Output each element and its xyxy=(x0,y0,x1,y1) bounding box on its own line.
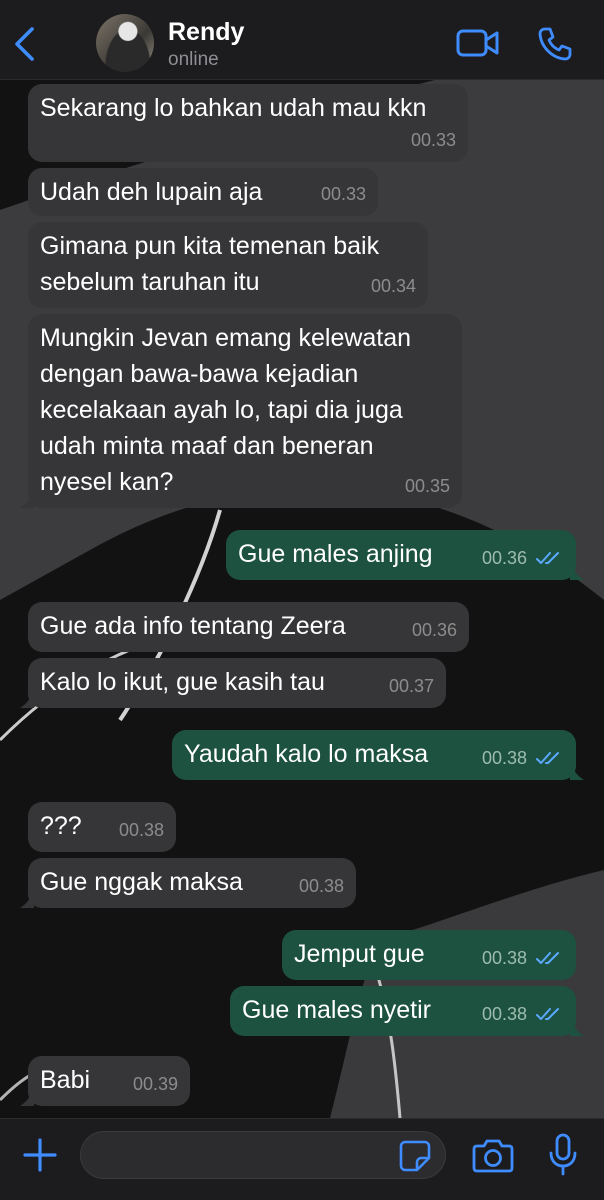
contact-name[interactable]: Rendy xyxy=(168,18,244,47)
message-time: 00.36 xyxy=(411,620,457,640)
chat-area[interactable]: Sekarang lo bahkan udah mau kkn 00.33 Ud… xyxy=(0,80,604,1118)
message-time: 00.37 xyxy=(388,676,434,696)
contact-status: online xyxy=(168,49,219,70)
double-check-icon xyxy=(536,752,559,764)
bubble-tail xyxy=(570,764,584,780)
message-time: 00.38 xyxy=(481,948,527,968)
composer-bar xyxy=(0,1118,604,1200)
video-call-button[interactable] xyxy=(456,28,500,58)
double-check-icon xyxy=(536,1008,559,1020)
voice-call-button[interactable] xyxy=(537,26,573,62)
microphone-button[interactable] xyxy=(548,1133,578,1177)
double-check-icon xyxy=(536,552,559,564)
message-bubble-incoming[interactable]: Gimana pun kita temenan baik sebelum tar… xyxy=(28,222,428,308)
video-camera-icon xyxy=(456,29,499,57)
message-text: Gue ada info tentang Zeera xyxy=(40,612,346,640)
microphone-icon xyxy=(549,1133,577,1176)
message-bubble-incoming[interactable]: Mungkin Jevan emang kelewatan dengan baw… xyxy=(20,314,462,508)
message-bubble-outgoing[interactable]: Gue males nyetir 00.38 xyxy=(230,986,584,1036)
message-bubble-outgoing[interactable]: Yaudah kalo lo maksa 00.38 xyxy=(172,730,584,780)
phone-icon xyxy=(538,27,572,61)
bubble-tail xyxy=(570,564,584,580)
message-time: 00.33 xyxy=(320,184,366,204)
camera-button[interactable] xyxy=(472,1137,514,1173)
message-meta: 00.36 xyxy=(482,540,562,576)
back-button[interactable] xyxy=(12,26,38,62)
message-bubble-incoming[interactable]: Kalo lo ikut, gue kasih tau 00.37 xyxy=(20,658,446,708)
message-meta: 00.38 xyxy=(482,996,562,1032)
message-time: 00.35 xyxy=(404,476,450,496)
message-input[interactable] xyxy=(80,1131,446,1179)
message-bubble-incoming[interactable]: Sekarang lo bahkan udah mau kkn 00.33 xyxy=(28,84,468,162)
message-bubble-incoming[interactable]: Udah deh lupain aja 00.33 xyxy=(28,168,378,216)
sticker-button[interactable] xyxy=(398,1139,432,1173)
camera-icon xyxy=(472,1139,514,1173)
bubble-tail xyxy=(570,1020,584,1036)
message-bubble-outgoing[interactable]: Jemput gue 00.38 xyxy=(282,930,576,980)
message-bubble-outgoing[interactable]: Gue males anjing 00.36 xyxy=(226,530,584,580)
message-bubble-incoming[interactable]: ??? 00.38 xyxy=(28,802,176,852)
message-bubble-incoming[interactable]: Gue ada info tentang Zeera 00.36 xyxy=(28,602,469,652)
message-time: 00.38 xyxy=(118,820,164,840)
message-text: Sekarang lo bahkan udah mau kkn xyxy=(40,94,427,122)
message-meta: 00.38 xyxy=(482,940,562,976)
message-text: Mungkin Jevan emang kelewatan dengan baw… xyxy=(40,324,412,496)
message-time: 00.38 xyxy=(298,876,344,896)
message-meta: 00.38 xyxy=(482,740,562,776)
bubble-tail xyxy=(20,492,34,508)
plus-icon xyxy=(23,1138,57,1172)
message-bubble-incoming[interactable]: Gue nggak maksa 00.38 xyxy=(20,858,356,908)
message-time: 00.38 xyxy=(481,748,527,768)
message-text: Gimana pun kita temenan baik sebelum tar… xyxy=(40,232,380,296)
chat-header: Rendy online xyxy=(0,0,604,80)
avatar[interactable] xyxy=(96,14,154,72)
message-text: Kalo lo ikut, gue kasih tau xyxy=(40,668,325,696)
message-bubble-incoming[interactable]: Babi 00.39 xyxy=(20,1056,190,1106)
message-list: Sekarang lo bahkan udah mau kkn 00.33 Ud… xyxy=(0,80,604,1118)
chevron-left-icon xyxy=(15,27,34,61)
sticker-icon xyxy=(399,1140,431,1172)
bubble-tail xyxy=(20,892,34,908)
double-check-icon xyxy=(536,952,559,964)
bubble-tail xyxy=(20,692,34,708)
message-time: 00.38 xyxy=(481,1004,527,1024)
message-time: 00.39 xyxy=(132,1074,178,1094)
attach-button[interactable] xyxy=(22,1137,58,1173)
message-time: 00.36 xyxy=(481,548,527,568)
message-text: Udah deh lupain aja xyxy=(40,178,263,206)
bubble-tail xyxy=(20,1090,34,1106)
message-time: 00.33 xyxy=(410,130,456,150)
message-time: 00.34 xyxy=(370,276,416,296)
